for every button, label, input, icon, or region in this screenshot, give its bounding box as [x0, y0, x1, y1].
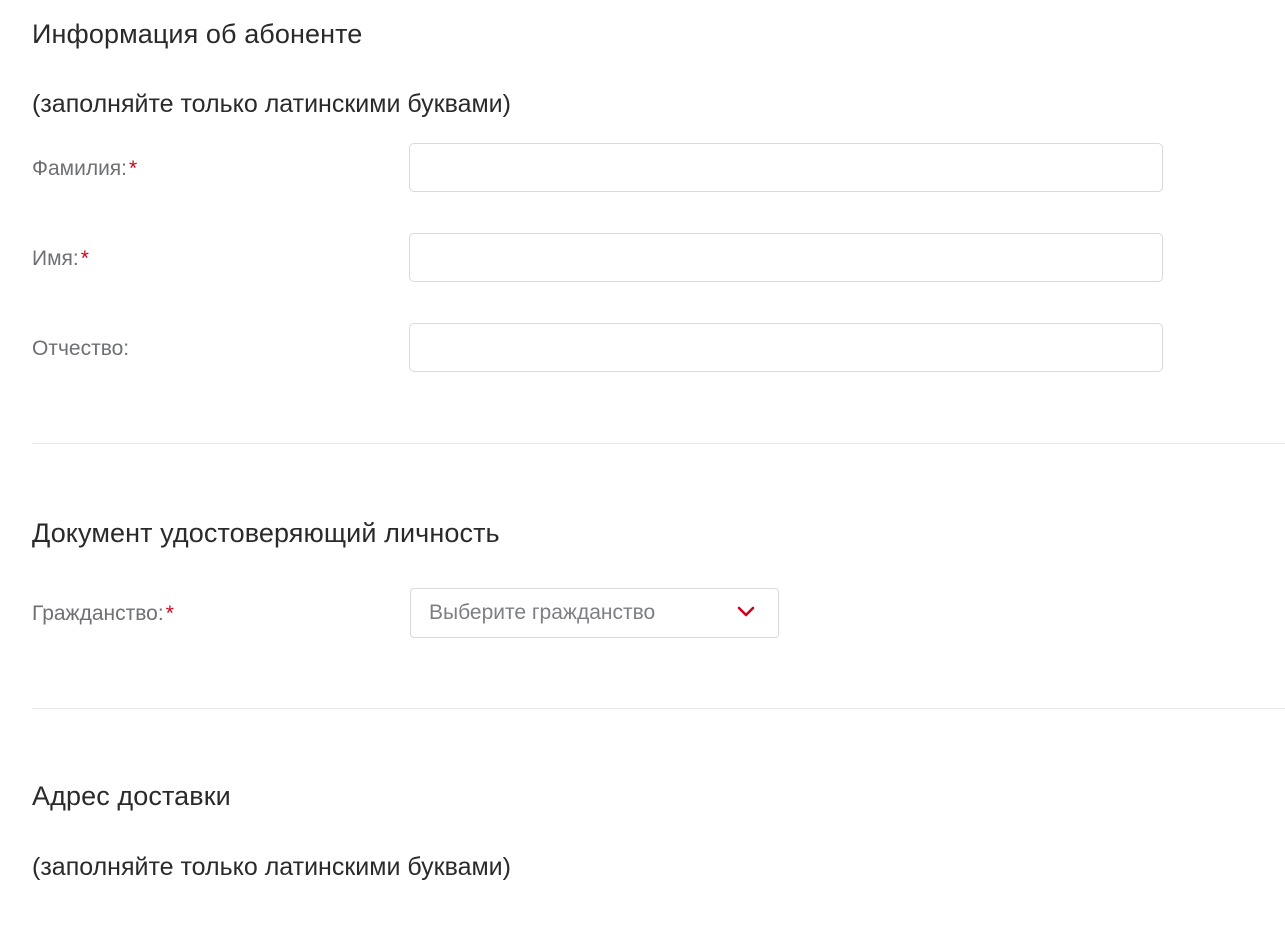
- first-name-label-text: Имя:: [32, 247, 79, 270]
- delivery-section-title: Адрес доставки: [32, 781, 231, 811]
- citizenship-select[interactable]: Выберите гражданство: [410, 588, 779, 638]
- delivery-latin-note: (заполняйте только латинскими буквами): [32, 853, 511, 881]
- middle-name-input[interactable]: [409, 323, 1163, 372]
- citizenship-select-placeholder: Выберите гражданство: [429, 601, 656, 624]
- middle-name-label-text: Отчество:: [32, 337, 130, 360]
- subscriber-section-title: Информация об абоненте: [32, 19, 363, 49]
- order-form-page: Информация об абоненте (заполняйте тольк…: [0, 0, 1285, 925]
- identity-section-title: Документ удостоверяющий личность: [32, 518, 500, 548]
- section-divider: [32, 443, 1285, 444]
- citizenship-label-text: Гражданство:: [32, 602, 164, 625]
- first-name-label: Имя:*: [32, 247, 89, 271]
- required-mark: *: [165, 602, 174, 625]
- last-name-input[interactable]: [409, 143, 1163, 192]
- last-name-label: Фамилия:*: [32, 157, 137, 181]
- required-mark: *: [80, 247, 89, 270]
- required-mark: *: [129, 157, 138, 180]
- section-divider: [32, 708, 1285, 709]
- citizenship-label: Гражданство:*: [32, 602, 174, 626]
- subscriber-latin-note: (заполняйте только латинскими буквами): [32, 90, 511, 118]
- first-name-input[interactable]: [409, 233, 1163, 282]
- last-name-label-text: Фамилия:: [32, 157, 128, 180]
- middle-name-label: Отчество:: [32, 337, 129, 361]
- chevron-down-icon: [737, 606, 755, 617]
